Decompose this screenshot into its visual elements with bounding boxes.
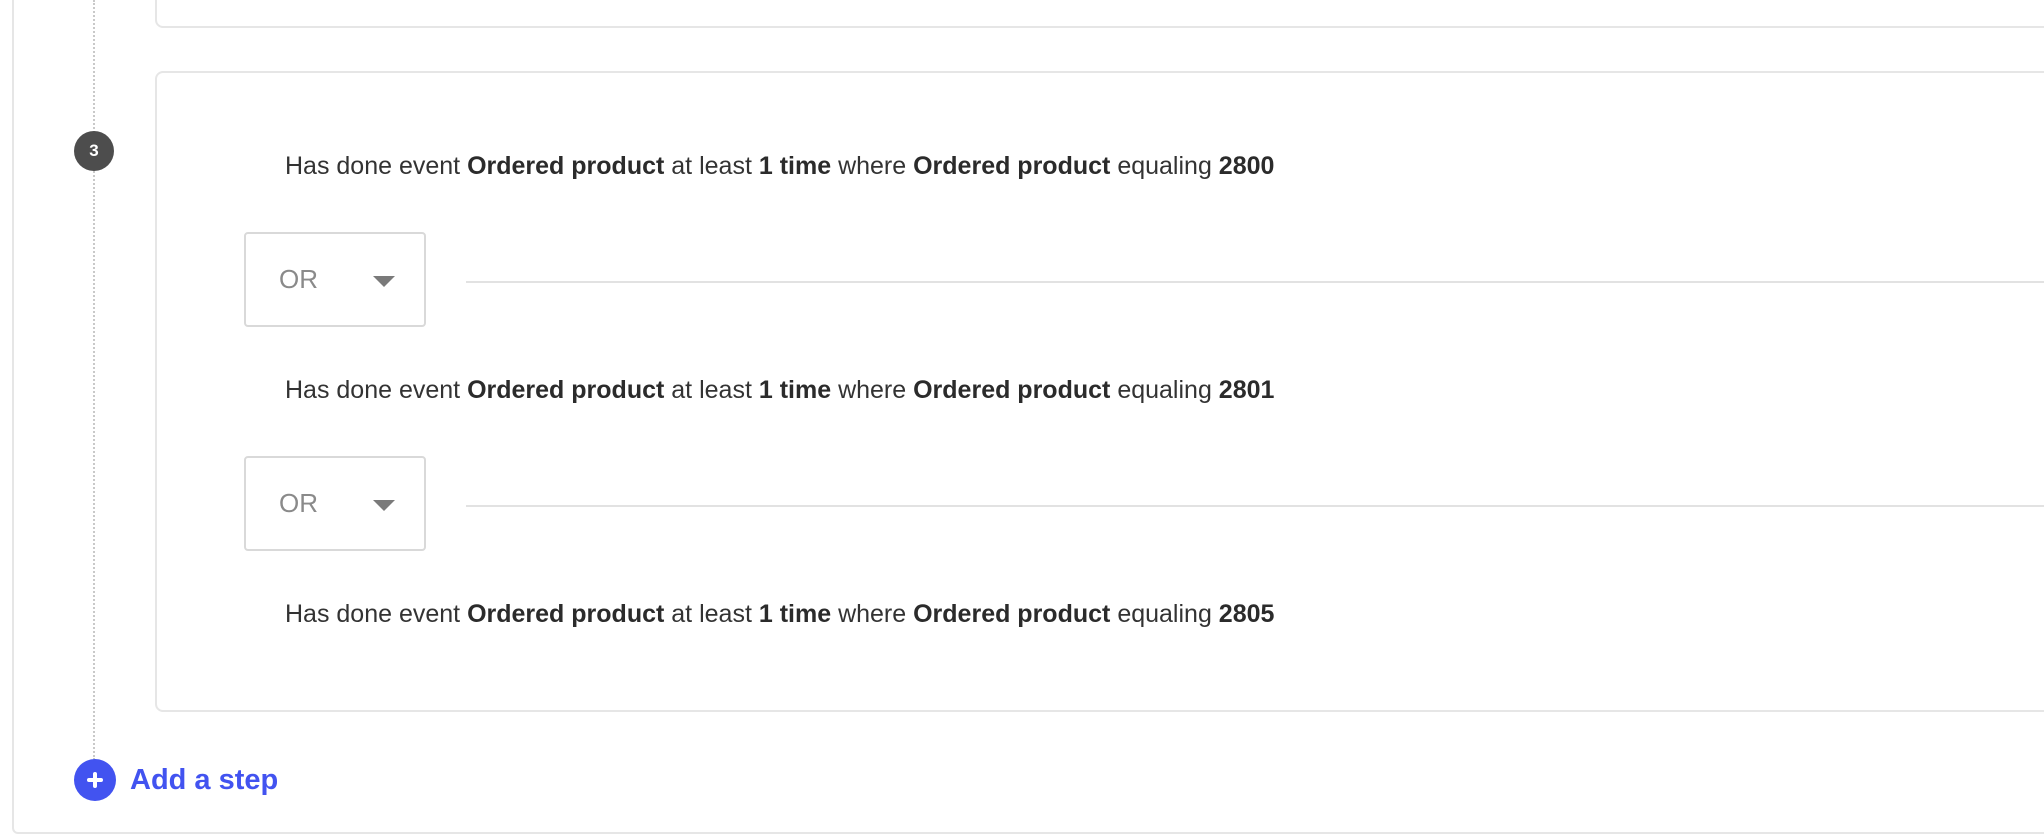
caret-down-icon [373, 500, 395, 511]
condition-operator: equaling [1117, 600, 1212, 628]
previous-step-card [155, 0, 2044, 28]
condition-count[interactable]: 1 time [759, 600, 831, 628]
caret-down-icon [373, 276, 395, 287]
condition-property[interactable]: Ordered product [913, 600, 1110, 628]
condition-row[interactable]: Has done event Ordered product at least … [285, 600, 1274, 629]
condition-mid-text: where [838, 152, 907, 180]
or-connector-select[interactable]: OR [244, 232, 426, 327]
condition-mid-text: where [838, 376, 907, 404]
condition-mid-text: at least [671, 152, 752, 180]
connector-divider [466, 281, 2044, 283]
condition-mid-text: at least [671, 600, 752, 628]
condition-operator: equaling [1117, 152, 1212, 180]
condition-prefix: Has done event [285, 376, 461, 404]
add-step-button[interactable]: Add a step [74, 759, 278, 801]
condition-value[interactable]: 2801 [1219, 376, 1275, 404]
condition-count[interactable]: 1 time [759, 376, 831, 404]
condition-property[interactable]: Ordered product [913, 152, 1110, 180]
condition-row[interactable]: Has done event Ordered product at least … [285, 376, 1274, 405]
condition-prefix: Has done event [285, 152, 461, 180]
condition-prefix: Has done event [285, 600, 461, 628]
condition-event[interactable]: Ordered product [467, 152, 664, 180]
connector-divider [466, 505, 2044, 507]
or-connector-label: OR [279, 488, 318, 518]
step-timeline-line [93, 0, 95, 760]
condition-mid-text: where [838, 600, 907, 628]
condition-count[interactable]: 1 time [759, 152, 831, 180]
condition-row[interactable]: Has done event Ordered product at least … [285, 152, 1274, 181]
condition-value[interactable]: 2805 [1219, 600, 1275, 628]
condition-value[interactable]: 2800 [1219, 152, 1275, 180]
condition-operator: equaling [1117, 376, 1212, 404]
condition-event[interactable]: Ordered product [467, 600, 664, 628]
condition-event[interactable]: Ordered product [467, 376, 664, 404]
condition-mid-text: at least [671, 376, 752, 404]
plus-circle-icon [74, 759, 116, 801]
or-connector-select[interactable]: OR [244, 456, 426, 551]
condition-property[interactable]: Ordered product [913, 376, 1110, 404]
step-number-badge: 3 [74, 131, 114, 171]
add-step-label: Add a step [130, 763, 279, 796]
or-connector-label: OR [279, 264, 318, 294]
